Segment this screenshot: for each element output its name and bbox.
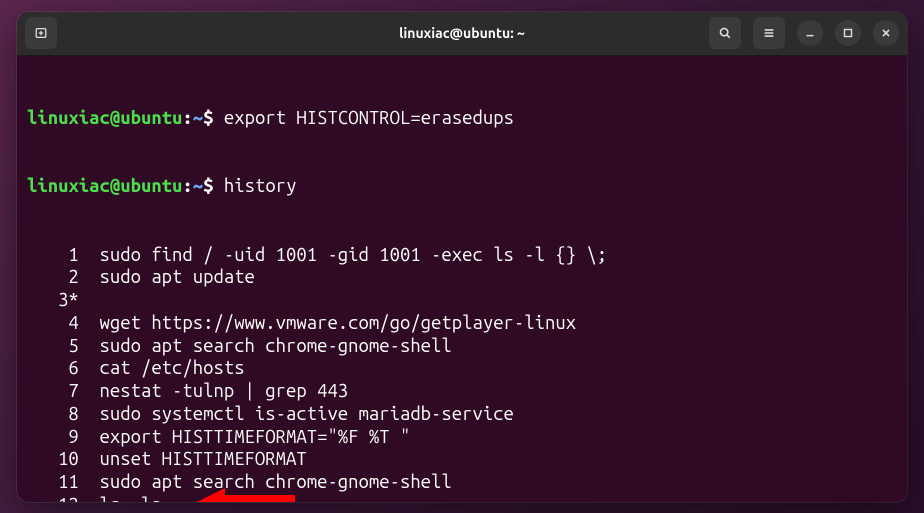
history-command: sudo apt update xyxy=(79,267,255,287)
hamburger-menu-button[interactable] xyxy=(753,17,785,49)
history-command: export HISTTIMEFORMAT="%F %T " xyxy=(79,427,411,447)
history-number: 9 xyxy=(27,426,79,449)
history-number: 12 xyxy=(27,494,79,502)
history-line: 5 sudo apt search chrome-gnome-shell xyxy=(27,335,897,358)
typed-command-1: export HISTCONTROL=erasedups xyxy=(224,108,514,128)
history-number: 8 xyxy=(27,403,79,426)
search-button[interactable] xyxy=(709,17,741,49)
history-line: 1 sudo find / -uid 1001 -gid 1001 -exec … xyxy=(27,244,897,267)
annotation-arrow xyxy=(197,488,295,502)
history-command xyxy=(79,290,100,310)
history-number: 2 xyxy=(27,266,79,289)
typed-command-2: history xyxy=(224,176,297,196)
history-line: 7 nestat -tulnp | grep 443 xyxy=(27,380,897,403)
history-line: 12 ls -la xyxy=(27,494,897,502)
terminal-body[interactable]: linuxiac@ubuntu:~$ export HISTCONTROL=er… xyxy=(17,56,907,502)
history-command: ls -la xyxy=(79,495,162,502)
terminal-window: linuxiac@ubuntu: ~ xyxy=(17,12,907,502)
history-line: 8 sudo systemctl is-active mariadb-servi… xyxy=(27,403,897,426)
titlebar: linuxiac@ubuntu: ~ xyxy=(17,12,907,56)
prompt-dollar: $ xyxy=(203,108,213,128)
minimize-button[interactable] xyxy=(797,20,823,46)
history-number: 7 xyxy=(27,380,79,403)
prompt-colon: : xyxy=(182,108,192,128)
history-command: sudo systemctl is-active mariadb-service xyxy=(79,404,514,424)
history-command: sudo find / -uid 1001 -gid 1001 -exec ls… xyxy=(79,245,607,265)
history-command: cat /etc/hosts xyxy=(79,358,245,378)
history-number: 1 xyxy=(27,244,79,267)
history-line: 10 unset HISTTIMEFORMAT xyxy=(27,448,897,471)
history-line: 9 export HISTTIMEFORMAT="%F %T " xyxy=(27,426,897,449)
history-command: unset HISTTIMEFORMAT xyxy=(79,449,307,469)
history-command: wget https://www.vmware.com/go/getplayer… xyxy=(79,313,576,333)
new-tab-button[interactable] xyxy=(25,17,57,49)
history-number: 5 xyxy=(27,335,79,358)
maximize-button[interactable] xyxy=(835,20,861,46)
history-number: 3* xyxy=(27,289,79,312)
history-line: 2 sudo apt update xyxy=(27,266,897,289)
history-output: 1 sudo find / -uid 1001 -gid 1001 -exec … xyxy=(27,244,897,502)
history-number: 10 xyxy=(27,448,79,471)
history-line: 11 sudo apt search chrome-gnome-shell xyxy=(27,471,897,494)
history-line: 3* xyxy=(27,289,897,312)
history-number: 4 xyxy=(27,312,79,335)
close-button[interactable] xyxy=(873,20,899,46)
prompt-userhost: linuxiac@ubuntu xyxy=(27,108,182,128)
history-line: 4 wget https://www.vmware.com/go/getplay… xyxy=(27,312,897,335)
prompt-path: ~ xyxy=(193,108,203,128)
arrow-left-icon xyxy=(197,488,225,502)
history-command: nestat -tulnp | grep 443 xyxy=(79,381,348,401)
history-number: 11 xyxy=(27,471,79,494)
command-line-2: linuxiac@ubuntu:~$ history xyxy=(27,175,897,198)
window-title: linuxiac@ubuntu: ~ xyxy=(399,25,525,41)
history-line: 6 cat /etc/hosts xyxy=(27,357,897,380)
history-command: sudo apt search chrome-gnome-shell xyxy=(79,336,452,356)
history-number: 6 xyxy=(27,357,79,380)
command-line-1: linuxiac@ubuntu:~$ export HISTCONTROL=er… xyxy=(27,107,897,130)
